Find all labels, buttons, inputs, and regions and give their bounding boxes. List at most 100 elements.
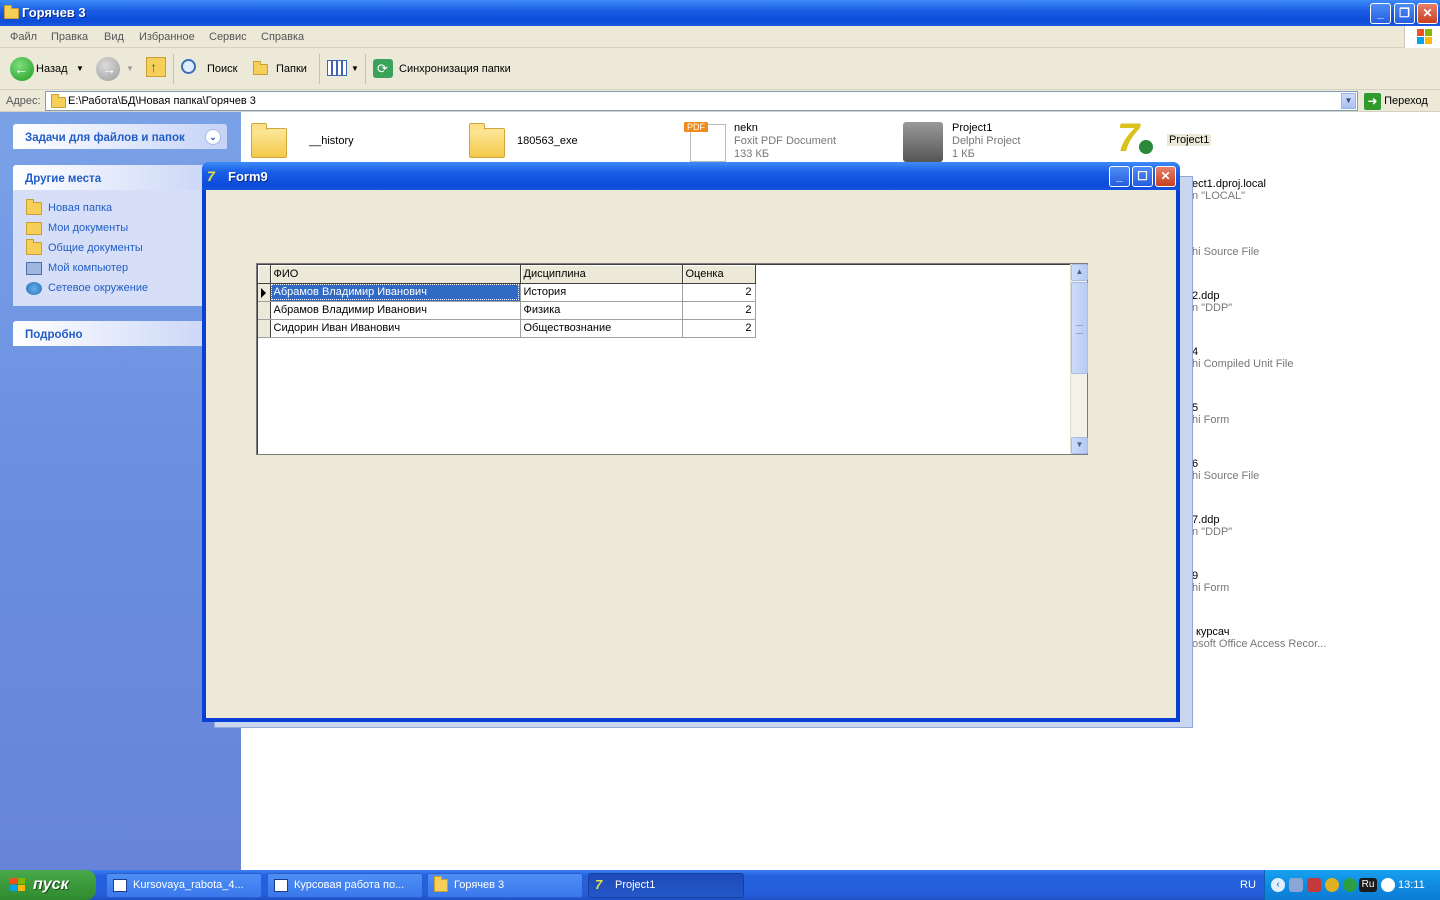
grid-cell[interactable]: 2 (682, 301, 756, 320)
menu-edit[interactable]: Правка (51, 31, 88, 43)
db-grid[interactable]: ФИО Дисциплина Оценка Абрамов Владимир И… (256, 263, 1088, 455)
close-button[interactable]: ✕ (1417, 3, 1438, 24)
folder-icon (434, 876, 448, 892)
vertical-scrollbar[interactable]: ▲ ▼ (1070, 264, 1088, 454)
explorer-title-bar[interactable]: Горячев 3 _ ❐ ✕ (0, 0, 1440, 26)
form9-title-bar[interactable]: 7 Form9 _ ☐ ✕ (202, 162, 1180, 190)
other-places-box: Другие места Новая папка Мои документы О… (13, 165, 227, 306)
tray-expand-icon[interactable]: ‹ (1271, 878, 1285, 892)
grid-cell[interactable]: История (520, 283, 683, 302)
address-value: E:\Работа\БД\Новая папка\Горячев 3 (68, 95, 256, 107)
tray-app-icon[interactable] (1343, 878, 1357, 892)
taskbar-item-active[interactable]: 7 Project1 (588, 873, 744, 898)
table-row[interactable]: Абрамов Владимир Иванович История 2 (258, 283, 756, 302)
folders-button[interactable]: Папки (250, 58, 314, 80)
tray-app-icon[interactable] (1307, 878, 1321, 892)
chevron-down-icon[interactable]: ▼ (76, 58, 84, 80)
grid-cell[interactable]: Обществознание (520, 319, 683, 338)
file-item[interactable]: 9 hi Form (1192, 570, 1229, 594)
taskbar-item[interactable]: Курсовая работа по... (267, 873, 423, 898)
chevron-down-icon[interactable]: ▼ (126, 58, 134, 80)
chevron-down-icon[interactable]: ⌄ (205, 129, 221, 145)
network-icon[interactable] (1289, 878, 1303, 892)
file-item[interactable]: 2.ddp n "DDP" (1192, 290, 1232, 314)
keyboard-layout-icon[interactable]: Ru (1359, 878, 1377, 892)
taskbar-item[interactable]: Kursovaya_rabota_4... (106, 873, 262, 898)
tray-app-icon[interactable] (1325, 878, 1339, 892)
grid-cell[interactable]: Абрамов Владимир Иванович (270, 283, 521, 302)
grid-cell[interactable]: Абрамов Владимир Иванович (270, 301, 521, 320)
file-item[interactable]: __history (251, 120, 451, 162)
search-button[interactable]: Поиск (179, 58, 243, 80)
current-row-arrow-icon (261, 287, 266, 298)
maximize-button[interactable]: ☐ (1132, 166, 1153, 187)
form9-title: Form9 (228, 169, 268, 184)
menu-view[interactable]: Вид (104, 31, 124, 43)
file-item[interactable]: 6 hi Source File (1192, 458, 1259, 482)
file-item[interactable]: 5 hi Form (1192, 402, 1229, 426)
scrollbar-thumb[interactable] (1071, 282, 1088, 374)
address-input[interactable]: E:\Работа\БД\Новая папка\Горячев 3 ▼ (45, 91, 1358, 111)
grid-cell[interactable]: Сидорин Иван Иванович (270, 319, 521, 338)
column-header-fio[interactable]: ФИО (270, 265, 521, 284)
start-button[interactable]: пуск (0, 870, 96, 900)
table-row[interactable]: Абрамов Владимир Иванович Физика 2 (258, 301, 756, 320)
views-button[interactable]: ▼ (325, 58, 361, 80)
link-new-folder[interactable]: Новая папка (25, 198, 227, 218)
menu-bar: Файл Правка Вид Избранное Сервис Справка (0, 26, 1440, 48)
menu-help[interactable]: Справка (261, 31, 304, 43)
address-label: Адрес: (6, 95, 41, 107)
grid-cell[interactable]: Физика (520, 301, 683, 320)
up-folder-button[interactable]: ↑ (144, 57, 170, 80)
restore-button[interactable]: ❐ (1394, 3, 1415, 24)
grid-table: ФИО Дисциплина Оценка Абрамов Владимир И… (258, 265, 756, 338)
file-item[interactable]: курсач osoft Office Access Recor... (1192, 626, 1326, 650)
language-indicator[interactable]: RU (1240, 879, 1256, 891)
table-row[interactable]: Сидорин Иван Иванович Обществознание 2 (258, 319, 756, 338)
taskbar: пуск Kursovaya_rabota_4... Курсовая рабо… (0, 870, 1440, 900)
file-item[interactable]: hi Source File (1192, 234, 1259, 258)
grid-cell[interactable]: 2 (682, 283, 756, 302)
file-item[interactable]: Project1 Delphi Project 1 КБ (901, 120, 1101, 162)
file-item[interactable]: PDF nekn Foxit PDF Document 133 КБ (684, 120, 884, 162)
minimize-button[interactable]: _ (1370, 3, 1391, 24)
close-button[interactable]: ✕ (1155, 166, 1176, 187)
forward-button[interactable]: → ▼ (96, 57, 136, 81)
scroll-down-icon[interactable]: ▼ (1071, 437, 1088, 454)
toolbar: ← Назад ▼ → ▼ ↑ Поиск Папки ▼ ⟳ Синхрони… (0, 48, 1440, 90)
clock[interactable]: 13:11 (1398, 879, 1425, 891)
address-dropdown-icon[interactable]: ▼ (1341, 93, 1356, 109)
minimize-button[interactable]: _ (1109, 166, 1130, 187)
link-shared-documents[interactable]: Общие документы (25, 238, 227, 258)
form9-window[interactable]: 7 Form9 _ ☐ ✕ ФИО Дисциплина Оценка Абра… (202, 162, 1180, 722)
file-item[interactable]: ect1.dproj.local n "LOCAL" (1192, 178, 1266, 202)
windows-logo-icon (1404, 26, 1440, 48)
tasks-header[interactable]: Задачи для файлов и папок ⌄ (13, 124, 227, 149)
link-my-documents[interactable]: Мои документы (25, 218, 227, 238)
go-button[interactable]: ➜ Переход (1364, 91, 1428, 111)
shared-folder-icon (26, 239, 42, 255)
file-item[interactable]: 7.ddp n "DDP" (1192, 514, 1232, 538)
link-network[interactable]: Сетевое окружение (25, 278, 227, 298)
file-item[interactable]: 180563_exe (469, 120, 669, 162)
sync-folder-button[interactable]: ⟳ Синхронизация папки (371, 58, 521, 80)
taskbar-item[interactable]: Горячев 3 (427, 873, 583, 898)
scroll-up-icon[interactable]: ▲ (1071, 264, 1088, 281)
back-button[interactable]: ← Назад ▼ (8, 57, 88, 81)
file-item[interactable]: 4 hi Compiled Unit File (1192, 346, 1293, 370)
delphi-icon: 7 (595, 877, 603, 892)
details-header[interactable]: Подробно (13, 321, 227, 346)
column-header-discipline[interactable]: Дисциплина (520, 265, 683, 284)
file-item[interactable]: 7 Project1 (1117, 116, 1317, 164)
grid-cell[interactable]: 2 (682, 319, 756, 338)
menu-favorites[interactable]: Избранное (139, 31, 195, 43)
other-places-header[interactable]: Другие места (13, 165, 227, 190)
menu-file[interactable]: Файл (10, 31, 37, 43)
folder-icon (26, 199, 42, 215)
tray-app-icon[interactable] (1381, 878, 1395, 892)
chevron-down-icon[interactable]: ▼ (351, 58, 359, 80)
menu-tools[interactable]: Сервис (209, 31, 247, 43)
delphi-icon: 7 (207, 168, 215, 184)
link-my-computer[interactable]: Мой компьютер (25, 258, 227, 278)
column-header-grade[interactable]: Оценка (682, 265, 756, 284)
